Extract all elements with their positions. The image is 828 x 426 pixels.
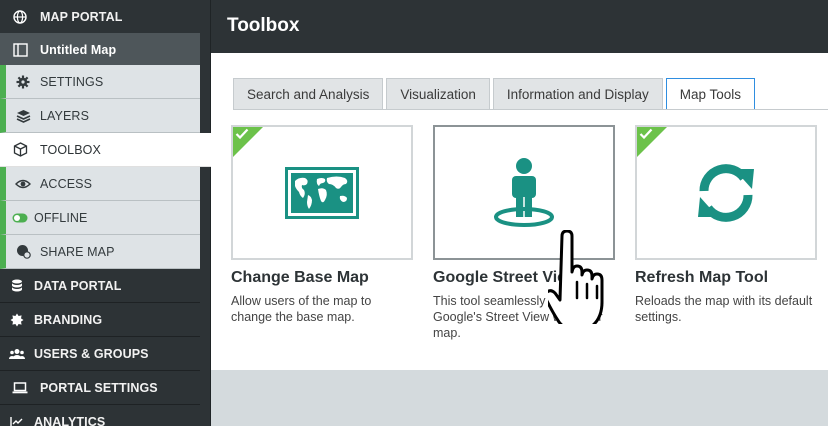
cube-icon bbox=[0, 142, 40, 157]
checkmark-icon bbox=[639, 128, 653, 140]
map-icon bbox=[0, 42, 40, 57]
sidebar-item-map-portal[interactable]: MAP PORTAL bbox=[0, 0, 200, 34]
toggle-icon bbox=[6, 213, 34, 223]
sidebar-item-portal-settings[interactable]: PORTAL SETTINGS bbox=[0, 371, 200, 405]
tool-card-title: Change Base Map bbox=[231, 269, 369, 286]
eye-icon bbox=[6, 177, 40, 191]
tool-card-change-base-map[interactable]: Change Base Map Allow users of the map t… bbox=[231, 125, 413, 325]
tab-information-and-display[interactable]: Information and Display bbox=[492, 78, 663, 110]
sidebar-item-label: TOOLBOX bbox=[40, 142, 101, 157]
tool-card-title: Refresh Map Tool bbox=[635, 269, 769, 286]
tool-card-thumbnail[interactable] bbox=[635, 125, 817, 260]
sidebar-item-data-portal[interactable]: DATA PORTAL bbox=[0, 269, 200, 303]
sidebar-item-label: Untitled Map bbox=[40, 42, 117, 57]
sidebar-item-untitled-map[interactable]: Untitled Map bbox=[0, 33, 200, 67]
layers-icon bbox=[6, 109, 40, 123]
sidebar-item-label: LAYERS bbox=[40, 108, 90, 123]
sidebar-item-label: SHARE MAP bbox=[40, 244, 115, 259]
sidebar-item-label: PORTAL SETTINGS bbox=[40, 380, 158, 395]
page-header: Toolbox bbox=[211, 0, 828, 53]
tool-card-thumbnail[interactable] bbox=[231, 125, 413, 260]
sidebar-item-label: BRANDING bbox=[34, 312, 103, 327]
sidebar-item-toolbox[interactable]: TOOLBOX bbox=[0, 133, 211, 167]
sidebar-item-branding[interactable]: BRANDING bbox=[0, 303, 200, 337]
sidebar-item-label: ANALYTICS bbox=[34, 414, 106, 426]
tabs-divider bbox=[233, 109, 828, 110]
database-icon bbox=[0, 279, 34, 293]
sidebar-item-label: MAP PORTAL bbox=[40, 9, 123, 24]
tab-bar: Search and Analysis Visualization Inform… bbox=[233, 78, 756, 110]
users-icon bbox=[0, 348, 34, 360]
checkmark-icon bbox=[235, 128, 249, 140]
badge-icon bbox=[0, 313, 34, 327]
hand-pointer-cursor-icon bbox=[544, 229, 612, 332]
tab-map-tools[interactable]: Map Tools bbox=[665, 78, 756, 110]
sidebar-item-label: OFFLINE bbox=[34, 210, 88, 225]
tool-card-description: Allow users of the map to change the bas… bbox=[231, 294, 372, 324]
sidebar-item-offline[interactable]: OFFLINE bbox=[0, 201, 200, 235]
laptop-icon bbox=[0, 381, 40, 394]
sidebar-item-label: DATA PORTAL bbox=[34, 278, 122, 293]
refresh-icon bbox=[698, 163, 754, 222]
sidebar-item-settings[interactable]: SETTINGS bbox=[0, 65, 200, 99]
chart-icon bbox=[0, 416, 34, 426]
sidebar: MAP PORTAL Untitled Map SETTINGS LAYERS … bbox=[0, 0, 211, 426]
enabled-check-badge bbox=[233, 127, 263, 157]
tab-visualization[interactable]: Visualization bbox=[386, 78, 490, 110]
share-globe-icon bbox=[6, 244, 40, 259]
sidebar-item-analytics[interactable]: ANALYTICS bbox=[0, 405, 200, 426]
sidebar-item-layers[interactable]: LAYERS bbox=[0, 99, 200, 133]
tool-card-refresh-map-tool[interactable]: Refresh Map Tool Reloads the map with it… bbox=[635, 125, 817, 325]
page-title: Toolbox bbox=[227, 15, 300, 36]
tab-search-and-analysis[interactable]: Search and Analysis bbox=[233, 78, 384, 110]
sidebar-item-label: ACCESS bbox=[40, 176, 93, 191]
sidebar-item-label: SETTINGS bbox=[40, 74, 104, 89]
gear-icon bbox=[6, 75, 40, 89]
sidebar-item-label: USERS & GROUPS bbox=[34, 346, 149, 361]
street-view-person-icon bbox=[494, 157, 554, 227]
sidebar-item-users-groups[interactable]: USERS & GROUPS bbox=[0, 337, 200, 371]
enabled-check-badge bbox=[637, 127, 667, 157]
tool-card-description: Reloads the map with its default setting… bbox=[635, 294, 813, 324]
world-map-icon bbox=[285, 166, 359, 219]
content-footer-band bbox=[211, 370, 828, 426]
sidebar-item-access[interactable]: ACCESS bbox=[0, 167, 200, 201]
sidebar-item-share-map[interactable]: SHARE MAP bbox=[0, 235, 200, 269]
globe-icon bbox=[0, 9, 40, 24]
